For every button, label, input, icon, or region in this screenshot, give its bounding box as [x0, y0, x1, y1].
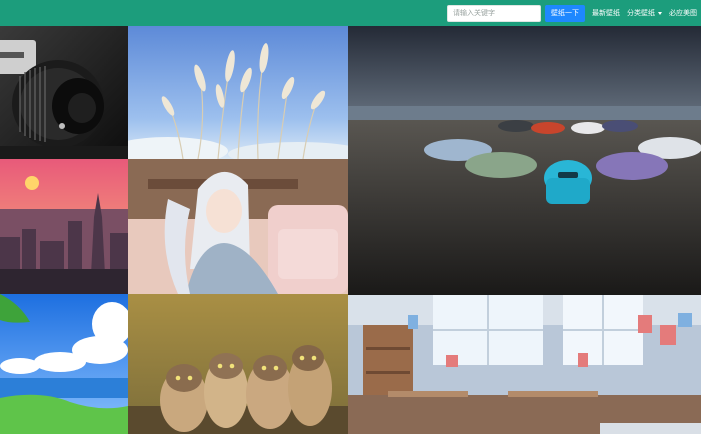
wallpaper-tile-anime-girl[interactable]: [128, 159, 348, 294]
city-sunset-thumbnail: [0, 159, 128, 294]
search-input[interactable]: [447, 4, 541, 22]
search-button[interactable]: 壁纸一下: [545, 4, 585, 22]
cars-thumbnail: [348, 26, 701, 295]
chevron-down-icon: [658, 11, 662, 15]
seaside-thumbnail: [0, 294, 128, 434]
nav-link-latest[interactable]: 最新壁纸: [592, 8, 620, 18]
wallpaper-tile-camera[interactable]: [0, 26, 128, 159]
top-navbar: 壁纸一下 最新壁纸 分类壁纸 必应美图: [0, 0, 701, 26]
reeds-thumbnail: [128, 26, 348, 159]
wallpaper-tile-room[interactable]: [348, 295, 701, 434]
owls-thumbnail: [128, 294, 348, 434]
wallpaper-tile-reeds[interactable]: [128, 26, 348, 159]
wallpaper-tile-city-sunset[interactable]: [0, 159, 128, 294]
nav-link-must-see[interactable]: 必应美图: [669, 8, 697, 18]
nav-link-category-label: 分类壁纸: [627, 9, 655, 17]
nav-link-category[interactable]: 分类壁纸: [627, 8, 662, 18]
anime-girl-thumbnail: [128, 159, 348, 294]
camera-thumbnail: [0, 26, 128, 159]
wallpaper-tile-seaside[interactable]: [0, 294, 128, 434]
wallpaper-tile-owls[interactable]: [128, 294, 348, 434]
wallpaper-tile-cars[interactable]: [348, 26, 701, 295]
room-thumbnail: [348, 295, 701, 434]
